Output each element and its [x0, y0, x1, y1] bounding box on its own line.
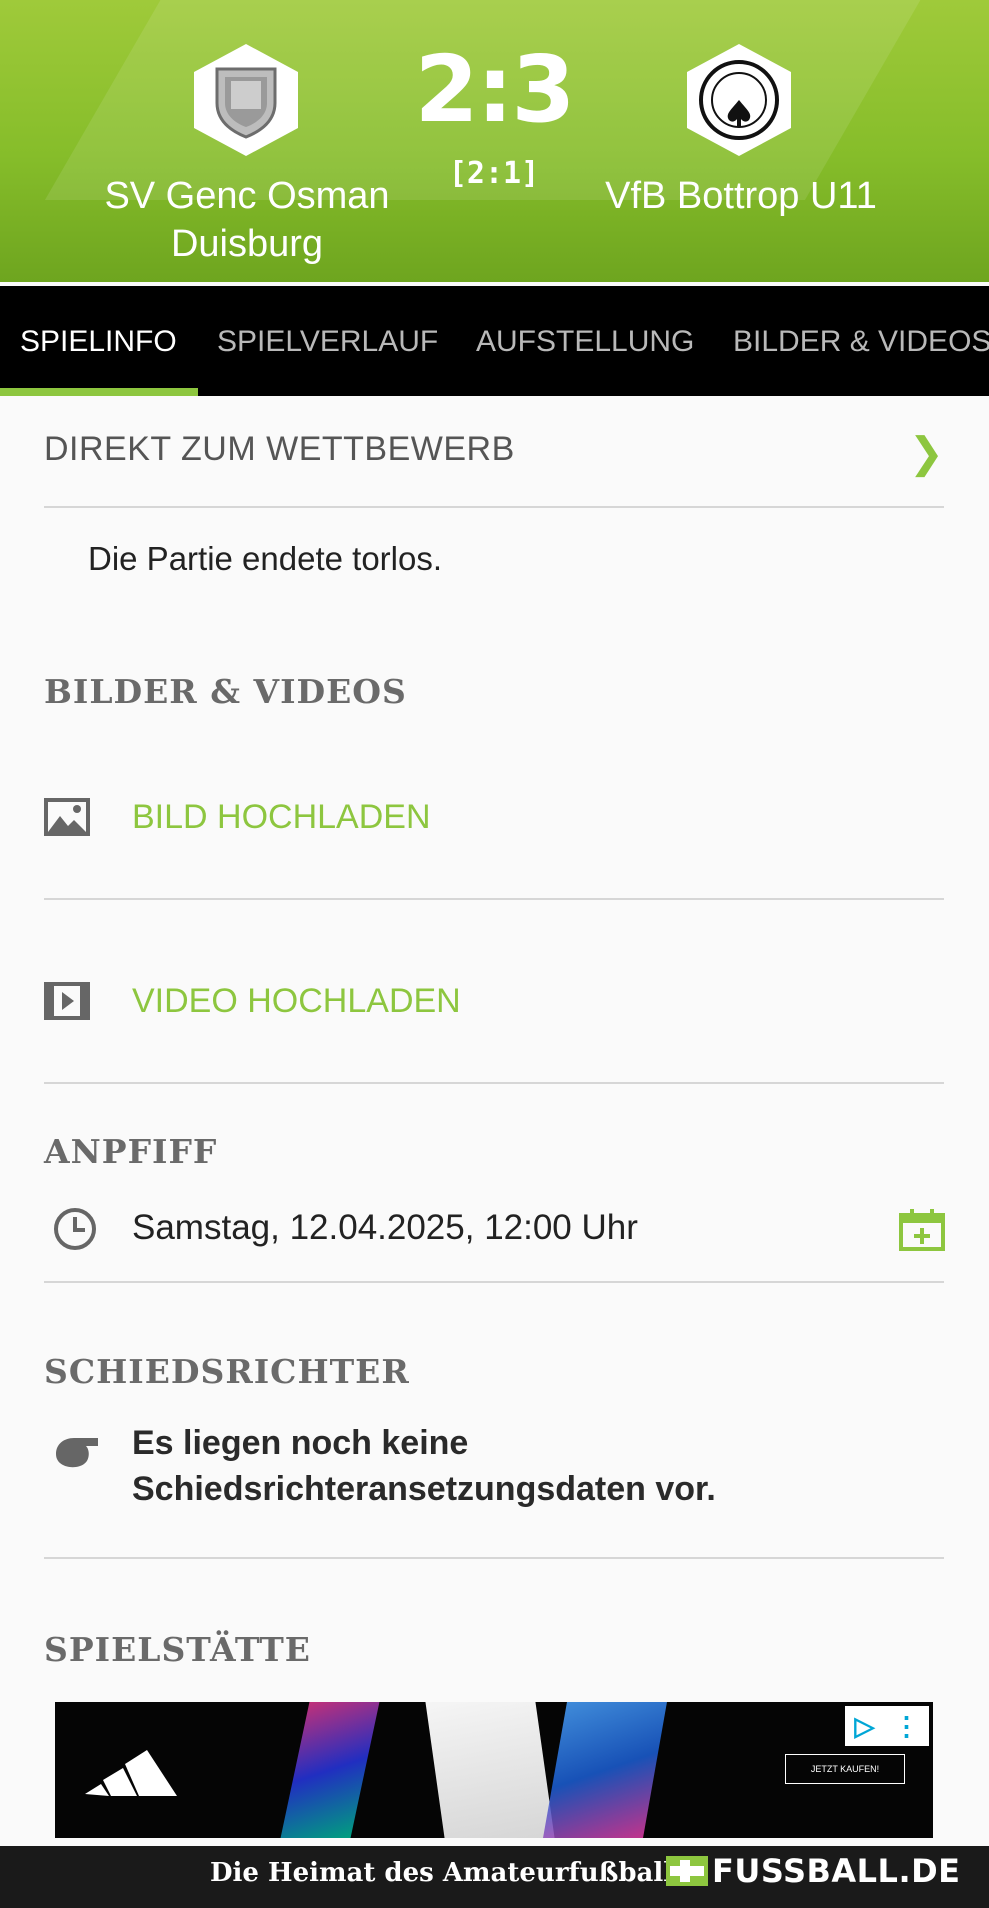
competition-link[interactable]: DIREKT ZUM WETTBEWERB ❯ — [44, 426, 944, 508]
tab-aufstellung[interactable]: AUFSTELLUNG — [476, 286, 694, 396]
final-score: 2:3 — [414, 36, 576, 143]
match-report-text: Die Partie endete torlos. — [88, 540, 443, 577]
more-options-icon[interactable]: ⋮ — [894, 1711, 920, 1742]
ad-shoe-image — [543, 1702, 667, 1838]
divider — [44, 1082, 944, 1084]
kickoff-heading: ANPFIFF — [44, 1132, 218, 1171]
ad-choices-icon: ▷ — [854, 1710, 875, 1741]
referee-heading: SCHIEDSRICHTER — [44, 1352, 410, 1391]
tab-bar: SPIELINFO SPIELVERLAUF AUFSTELLUNG BILDE… — [0, 286, 989, 396]
divider — [44, 1281, 944, 1283]
video-icon — [44, 982, 90, 1020]
ad-shoe-image — [280, 1702, 380, 1838]
footer-tagline: Die Heimat des Amateurfußballs — [210, 1858, 688, 1888]
ad-shoe-image — [425, 1702, 555, 1838]
match-header: SV Genc Osman Duisburg 2:3 [2:1] VfB Bot… — [0, 0, 989, 282]
add-to-calendar-icon[interactable] — [898, 1208, 946, 1252]
tab-bilder-videos[interactable]: BILDER & VIDEOS — [733, 286, 989, 396]
fussball-de-logo-icon — [666, 1856, 708, 1886]
fussball-de-brand[interactable]: FUSSBALL.DE — [666, 1852, 961, 1890]
clock-icon — [54, 1208, 96, 1250]
tab-spielinfo[interactable]: SPIELINFO — [20, 286, 177, 396]
active-tab-indicator — [0, 388, 198, 396]
referee-info-text: Es liegen noch keine Schiedsrichteranset… — [132, 1424, 716, 1508]
venue-heading: SPIELSTÄTTE — [44, 1630, 311, 1669]
divider — [44, 898, 944, 900]
ad-cta-button[interactable]: JETZT KAUFEN! — [785, 1754, 905, 1784]
tab-spielverlauf[interactable]: SPIELVERLAUF — [217, 286, 438, 396]
ad-banner[interactable]: JETZT KAUFEN! ▷ ⋮ — [55, 1702, 933, 1838]
away-club-logo-icon — [699, 60, 779, 140]
brand-name: FUSSBALL.DE — [712, 1852, 961, 1890]
adidas-logo-icon — [85, 1750, 177, 1796]
chevron-right-icon: ❯ — [908, 429, 944, 476]
halftime-score: [2:1] — [448, 156, 540, 191]
away-team-name[interactable]: VfB Bottrop U11 — [576, 172, 906, 220]
media-section-heading: BILDER & VIDEOS — [44, 672, 407, 711]
home-team-name[interactable]: SV Genc Osman Duisburg — [82, 172, 412, 268]
image-icon — [44, 798, 90, 836]
footer-bar: Die Heimat des Amateurfußballs FUSSBALL.… — [0, 1846, 989, 1908]
competition-link-label: DIREKT ZUM WETTBEWERB — [44, 430, 515, 468]
ad-choices-badge[interactable]: ▷ ⋮ — [845, 1706, 929, 1746]
whistle-icon — [56, 1438, 98, 1468]
upload-image-button[interactable]: BILD HOCHLADEN — [132, 798, 431, 837]
upload-video-button[interactable]: VIDEO HOCHLADEN — [132, 982, 461, 1021]
divider — [44, 1557, 944, 1559]
kickoff-datetime: Samstag, 12.04.2025, 12:00 Uhr — [132, 1208, 638, 1247]
home-shield-icon — [215, 67, 277, 139]
